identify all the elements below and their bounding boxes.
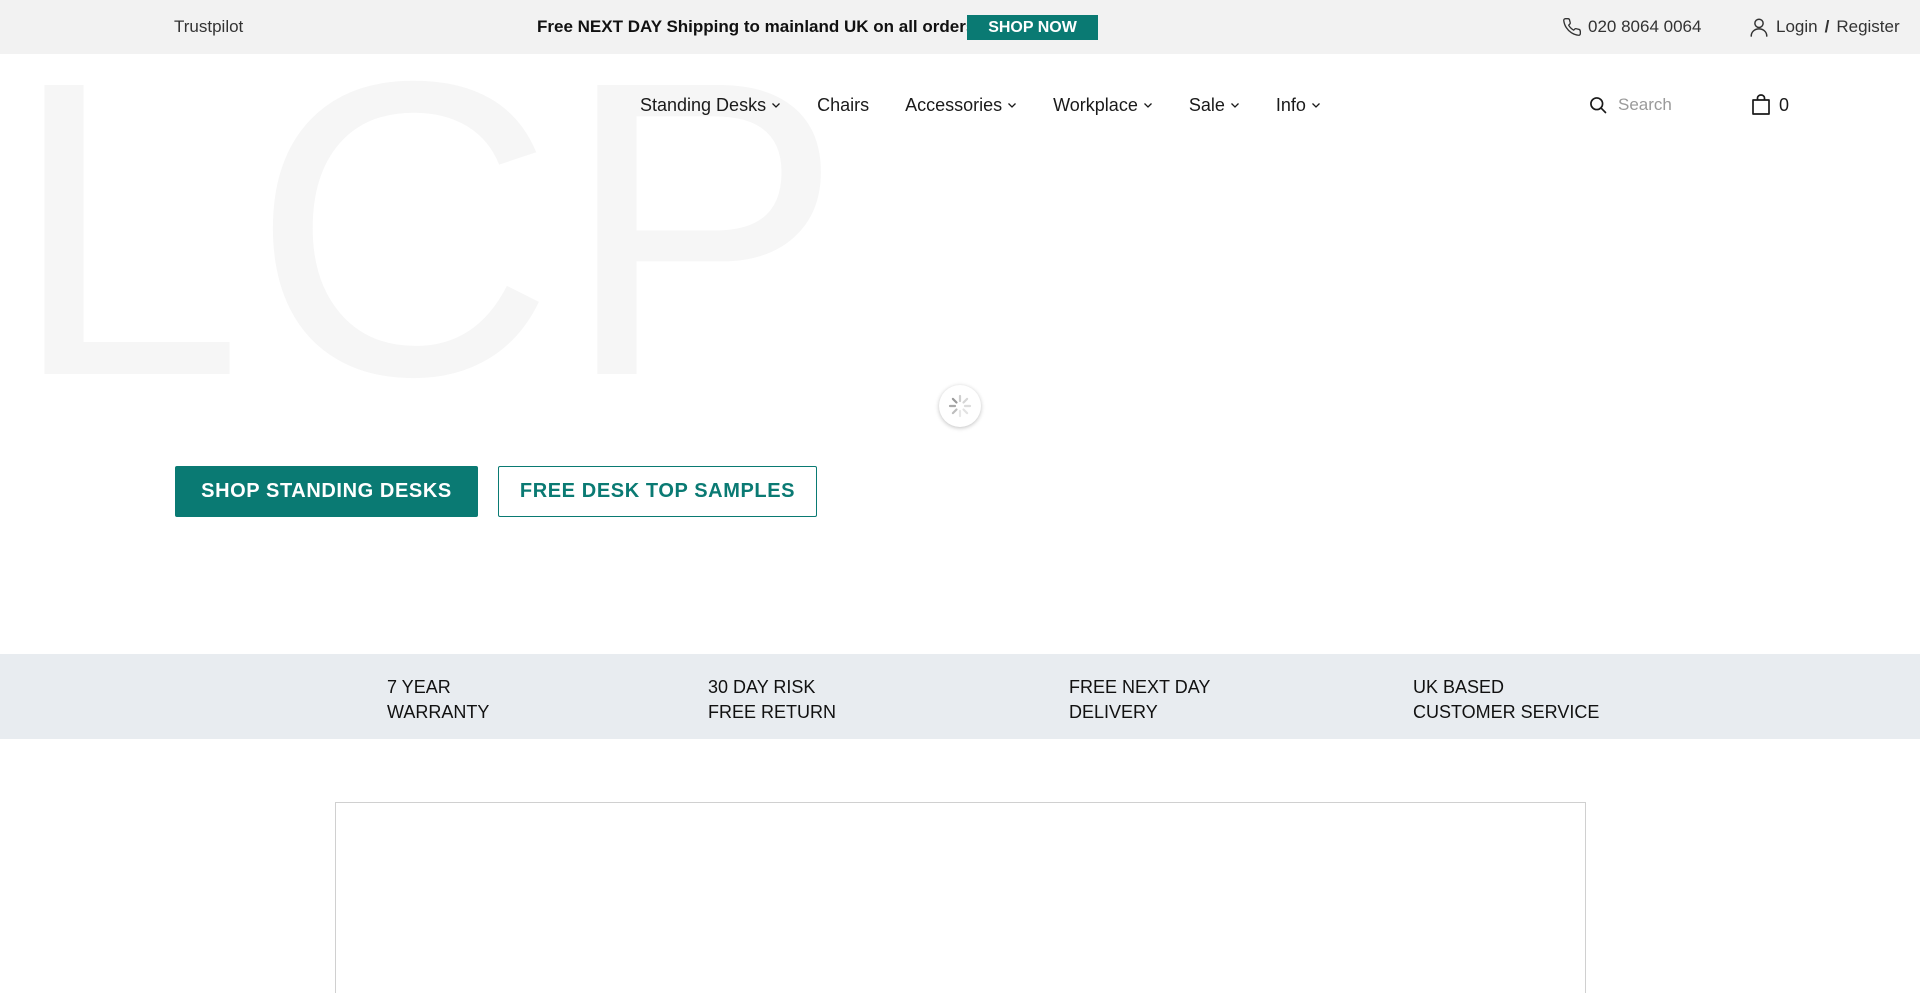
usp-delivery: FREE NEXT DAY DELIVERY: [1069, 675, 1210, 725]
usp-line: CUSTOMER SERVICE: [1413, 702, 1600, 722]
shop-now-button[interactable]: SHOP NOW: [967, 15, 1098, 40]
loading-spinner-icon: [939, 385, 981, 427]
usp-line: FREE NEXT DAY: [1069, 677, 1211, 697]
usp-strip: 7 YEAR WARRANTY 30 DAY RISK FREE RETURN …: [0, 654, 1920, 739]
nav-item-label: Standing Desks: [640, 94, 767, 115]
nav-item-label: Info: [1275, 94, 1306, 115]
search-input[interactable]: [1618, 95, 1728, 115]
chevron-down-icon: [1008, 103, 1017, 108]
nav-item-accessories[interactable]: Accessories: [905, 95, 1017, 116]
phone-icon: [1563, 17, 1582, 36]
phone-number: 020 8064 0064: [1588, 17, 1702, 36]
cart-count: 0: [1779, 94, 1790, 115]
announcement-bar: Trustpilot Free NEXT DAY Shipping to mai…: [0, 0, 1920, 54]
trustpilot-widget[interactable]: Trustpilot: [174, 17, 243, 37]
cart-link[interactable]: 0: [1751, 93, 1789, 117]
usp-line: DELIVERY: [1069, 702, 1158, 722]
nav-item-label: Accessories: [905, 94, 1003, 115]
usp-customer-service: UK BASED CUSTOMER SERVICE: [1413, 675, 1599, 725]
chevron-down-icon: [1230, 103, 1239, 108]
content-placeholder-box: [335, 802, 1586, 993]
usp-line: UK BASED: [1413, 677, 1505, 697]
nav-item-sale[interactable]: Sale: [1189, 95, 1240, 116]
usp-line: WARRANTY: [387, 702, 490, 722]
login-link[interactable]: Login: [1776, 17, 1818, 37]
user-icon[interactable]: [1748, 16, 1770, 38]
account-links: Login / Register: [1748, 16, 1900, 38]
chevron-down-icon: [772, 103, 781, 108]
nav-item-chairs[interactable]: Chairs: [817, 95, 869, 116]
chevron-down-icon: [1311, 103, 1320, 108]
nav-item-label: Chairs: [817, 94, 870, 115]
spinner-graphic: [948, 394, 972, 418]
search-box: [1588, 93, 1728, 117]
search-icon[interactable]: [1588, 95, 1608, 115]
chevron-down-icon: [1143, 103, 1152, 108]
login-separator: /: [1824, 17, 1830, 36]
phone-link[interactable]: 020 8064 0064: [1562, 16, 1701, 38]
shopping-bag-icon: [1752, 94, 1770, 115]
nav-item-standing-desks[interactable]: Standing Desks: [640, 95, 781, 116]
nav-item-label: Sale: [1188, 94, 1225, 115]
usp-warranty: 7 YEAR WARRANTY: [387, 675, 489, 725]
shop-standing-desks-button[interactable]: SHOP STANDING DESKS: [175, 466, 478, 517]
nav-item-workplace[interactable]: Workplace: [1053, 95, 1153, 116]
usp-line: FREE RETURN: [708, 702, 837, 722]
lcp-watermark: LCP: [10, 0, 852, 464]
register-link[interactable]: Register: [1836, 17, 1899, 37]
main-nav: Standing Desks Chairs Accessories Workpl…: [640, 93, 1321, 117]
nav-item-label: Workplace: [1053, 94, 1138, 115]
page: Trustpilot Free NEXT DAY Shipping to mai…: [0, 0, 1920, 993]
usp-line: 7 YEAR: [387, 677, 451, 697]
free-desk-top-samples-button[interactable]: FREE DESK TOP SAMPLES: [498, 466, 817, 517]
nav-item-info[interactable]: Info: [1276, 95, 1321, 116]
shipping-promo-text: Free NEXT DAY Shipping to mainland UK on…: [537, 17, 976, 36]
usp-returns: 30 DAY RISK FREE RETURN: [708, 675, 836, 725]
usp-line: 30 DAY RISK: [708, 677, 816, 697]
